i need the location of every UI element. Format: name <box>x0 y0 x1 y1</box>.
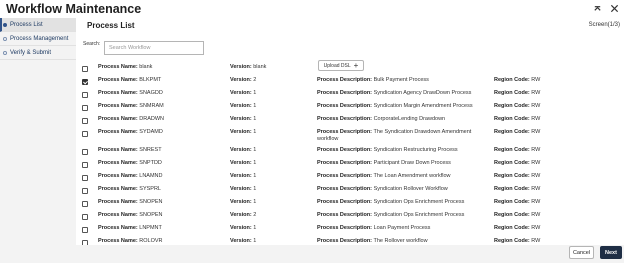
process-description: Process Description: Syndication Ops Enr… <box>317 212 465 218</box>
region-code: Region Code: RW <box>494 160 541 166</box>
process-description: Process Description: CorporateLending Dr… <box>317 116 446 122</box>
region-code: Region Code: RW <box>494 116 541 122</box>
process-version: Version: 1 <box>230 199 257 205</box>
process-description: Process Description: Bulk Payment Proces… <box>317 77 429 83</box>
process-description: Process Description: Syndication Agency … <box>317 90 472 96</box>
process-version: Version: 1 <box>230 225 257 231</box>
process-name: Process Name: SNAGDD <box>98 90 163 96</box>
row-checkbox[interactable] <box>82 149 88 155</box>
window-controls <box>593 4 619 13</box>
row-checkbox[interactable] <box>82 214 88 220</box>
region-code: Region Code: RW <box>494 129 541 135</box>
region-code: Region Code: RW <box>494 225 541 231</box>
process-name: Process Name: LNPMNT <box>98 225 162 231</box>
process-version: Version: 1 <box>230 160 257 166</box>
region-code: Region Code: RW <box>494 212 541 218</box>
row-checkbox[interactable] <box>82 105 88 111</box>
process-name: Process Name: LNAMND <box>98 173 163 179</box>
upload-dsl-label: Upload DSL <box>323 62 351 69</box>
process-name: Process Name: ROLOVR <box>98 238 163 244</box>
process-description: Process Description: Syndication Rollove… <box>317 186 448 192</box>
row-checkbox[interactable] <box>82 66 88 72</box>
process-version: Version: 2 <box>230 77 257 83</box>
process-description: Process Description: Participant Draw Do… <box>317 160 451 166</box>
search-label: Search: <box>83 41 101 47</box>
minimize-icon[interactable] <box>593 4 602 13</box>
process-name: Process Name: SNREST <box>98 147 162 153</box>
process-description: Process Description: The Syndication Dra… <box>317 129 472 142</box>
upload-dsl-button[interactable]: Upload DSL + <box>318 60 364 71</box>
step-dot-icon <box>3 51 7 55</box>
process-version: Version: 1 <box>230 103 257 109</box>
footer-bar: Cancel Next <box>76 245 624 263</box>
process-version: Version: 1 <box>230 173 257 179</box>
process-version: Version: 1 <box>230 147 257 153</box>
sidebar: Process List Process Management Verify &… <box>0 18 76 263</box>
process-name: Process Name: BLKPMT <box>98 77 162 83</box>
row-checkbox[interactable] <box>82 188 88 194</box>
process-name: Process Name: SYSPRL <box>98 186 161 192</box>
sidebar-item-verify-submit[interactable]: Verify & Submit <box>0 46 76 60</box>
region-code: Region Code: RW <box>494 103 541 109</box>
process-version: Version: 1 <box>230 90 257 96</box>
row-checkbox[interactable] <box>82 201 88 207</box>
process-description: Process Description: Syndication Margin … <box>317 103 473 109</box>
process-description: Process Description: Syndication Restruc… <box>317 147 458 153</box>
process-version: Version: 1 <box>230 186 257 192</box>
search-input[interactable] <box>104 41 204 55</box>
window-title: Workflow Maintenance <box>6 2 142 16</box>
process-version: Version: 1 <box>230 129 257 135</box>
process-name: Process Name: SYDAMD <box>98 129 163 135</box>
sidebar-item-process-management[interactable]: Process Management <box>0 32 76 46</box>
process-description: Process Description: Loan Payment Proces… <box>317 225 431 231</box>
screen-indicator: Screen(1/3) <box>588 22 620 28</box>
process-description: Process Description: The Rollover workfl… <box>317 238 428 244</box>
process-name: Process Name: SNOPEN <box>98 199 163 205</box>
region-code: Region Code: RW <box>494 199 541 205</box>
main-panel: Process List Screen(1/3) Search: Process… <box>76 18 624 246</box>
row-checkbox[interactable] <box>82 175 88 181</box>
page-title: Process List <box>87 21 135 30</box>
process-name: Process Name: SNOPEN <box>98 212 163 218</box>
process-name: Process Name: SNMRAM <box>98 103 164 109</box>
close-icon[interactable] <box>610 4 619 13</box>
row-checkbox[interactable] <box>82 162 88 168</box>
region-code: Region Code: RW <box>494 77 541 83</box>
sidebar-item-label: Verify & Submit <box>10 50 52 56</box>
sidebar-item-label: Process Management <box>10 36 69 42</box>
sidebar-item-process-list[interactable]: Process List <box>0 18 76 32</box>
process-version: Version: blank <box>230 64 267 70</box>
region-code: Region Code: RW <box>494 186 541 192</box>
region-code: Region Code: RW <box>494 147 541 153</box>
cancel-button[interactable]: Cancel <box>569 246 594 259</box>
process-description: Process Description: Syndication Ops Enr… <box>317 199 465 205</box>
process-version: Version: 1 <box>230 116 257 122</box>
process-name: Process Name: blank <box>98 64 153 70</box>
row-checkbox[interactable] <box>82 79 88 85</box>
process-name: Process Name: DRADWN <box>98 116 165 122</box>
row-checkbox[interactable] <box>82 131 88 137</box>
sidebar-item-label: Process List <box>10 22 43 28</box>
plus-icon: + <box>353 60 359 70</box>
region-code: Region Code: RW <box>494 90 541 96</box>
process-version: Version: 2 <box>230 212 257 218</box>
row-checkbox[interactable] <box>82 227 88 233</box>
region-code: Region Code: RW <box>494 173 541 179</box>
step-dot-icon <box>3 23 7 27</box>
row-checkbox[interactable] <box>82 118 88 124</box>
step-dot-icon <box>3 37 7 41</box>
row-checkbox[interactable] <box>82 92 88 98</box>
process-name: Process Name: SNPTDD <box>98 160 162 166</box>
process-description: Process Description: The Loan Amendment … <box>317 173 451 179</box>
process-version: Version: 1 <box>230 238 257 244</box>
next-button[interactable]: Next <box>600 246 622 259</box>
region-code: Region Code: RW <box>494 238 541 244</box>
